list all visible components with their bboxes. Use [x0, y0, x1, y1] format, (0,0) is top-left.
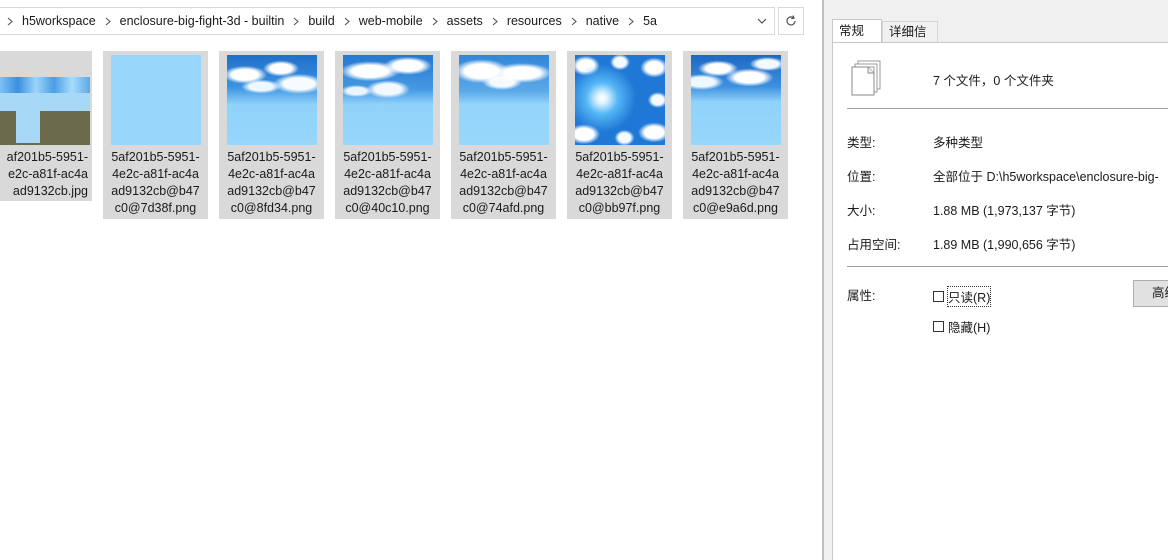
separator: [847, 266, 1168, 267]
breadcrumb-item[interactable]: build: [303, 14, 339, 28]
file-item[interactable]: 5af201b5-5951- 4e2c-a81f-ac4a ad9132cb@b…: [567, 51, 672, 219]
file-item[interactable]: 5af201b5-5951- 4e2c-a81f-ac4a ad9132cb@b…: [103, 51, 208, 219]
properties-dialog: 常规 详细信息 7 个文件，0 个文件夹 类型: 多种类型 位置: 全部位于 D…: [824, 0, 1168, 560]
refresh-icon[interactable]: [778, 7, 804, 35]
image-thumbnail: [227, 55, 317, 145]
advanced-button[interactable]: 高级: [1133, 280, 1168, 307]
image-thumbnail: [459, 55, 549, 145]
chevron-right-icon[interactable]: [7, 17, 13, 26]
breadcrumb-item[interactable]: web-mobile: [354, 14, 428, 28]
multiple-files-icon: [849, 60, 883, 100]
breadcrumb-item[interactable]: assets: [442, 14, 488, 28]
file-name: 5af201b5-5951- 4e2c-a81f-ac4a ad9132cb@b…: [691, 150, 780, 215]
breadcrumb-item[interactable]: resources: [502, 14, 567, 28]
size-label: 大小:: [847, 204, 876, 218]
chevron-right-icon[interactable]: [571, 17, 577, 26]
attributes-label: 属性:: [847, 289, 876, 303]
image-thumbnail: [575, 55, 665, 145]
readonly-checkbox[interactable]: 只读(R): [933, 286, 992, 307]
address-bar[interactable]: h5workspace enclosure-big-fight-3d - buil…: [0, 7, 775, 35]
file-name: 5af201b5-5951- 4e2c-a81f-ac4a ad9132cb@b…: [459, 150, 548, 215]
hidden-label: 隐藏(H): [948, 321, 991, 335]
tab-details[interactable]: 详细信息: [882, 21, 938, 60]
separator: [847, 108, 1168, 109]
checkbox-box[interactable]: [933, 321, 944, 332]
size-value: 1.88 MB (1,973,137 字节): [933, 204, 1076, 218]
chevron-right-icon[interactable]: [432, 17, 438, 26]
type-value: 多种类型: [933, 136, 984, 150]
tab-general[interactable]: 常规: [832, 19, 882, 43]
file-item[interactable]: 5af201b5-5951- 4e2c-a81f-ac4a ad9132cb@b…: [683, 51, 788, 219]
file-name: 5af201b5-5951- 4e2c-a81f-ac4a ad9132cb@b…: [575, 150, 664, 215]
hidden-checkbox[interactable]: 隐藏(H): [933, 317, 990, 336]
general-tab-panel: 7 个文件，0 个文件夹 类型: 多种类型 位置: 全部位于 D:\h5work…: [832, 42, 1168, 560]
breadcrumb-item[interactable]: enclosure-big-fight-3d - builtin: [115, 14, 290, 28]
chevron-right-icon[interactable]: [628, 17, 634, 26]
breadcrumb-item[interactable]: h5workspace: [17, 14, 101, 28]
file-item[interactable]: 5af201b5-5951- 4e2c-a81f-ac4a ad9132cb@b…: [219, 51, 324, 219]
file-name: 5af201b5-5951- 4e2c-a81f-ac4a ad9132cb@b…: [111, 150, 200, 215]
location-value: 全部位于 D:\h5workspace\enclosure-big-: [933, 170, 1159, 184]
image-thumbnail: [343, 55, 433, 145]
chevron-right-icon[interactable]: [344, 17, 350, 26]
file-name: 5af201b5-5951- 4e2c-a81f-ac4a ad9132cb@b…: [227, 150, 316, 215]
file-item[interactable]: 5af201b5-5951- 4e2c-a81f-ac4a ad9132cb@b…: [451, 51, 556, 219]
file-item[interactable]: 5af201b5-5951- 4e2c-a81f-ac4a ad9132cb@b…: [335, 51, 440, 219]
chevron-right-icon[interactable]: [293, 17, 300, 26]
disk-size-value: 1.89 MB (1,990,656 字节): [933, 238, 1076, 252]
file-item[interactable]: af201b5-5951- e2c-a81f-ac4a ad9132cb.jpg: [0, 51, 92, 201]
chevron-right-icon[interactable]: [105, 17, 111, 26]
chevron-down-icon[interactable]: [754, 13, 770, 29]
breadcrumb-item[interactable]: 5a: [638, 14, 662, 28]
image-thumbnail: [0, 77, 90, 145]
image-thumbnail: [111, 55, 201, 145]
readonly-label: 只读(R): [946, 286, 992, 307]
items-summary: 7 个文件，0 个文件夹: [933, 74, 1054, 88]
disk-size-label: 占用空间:: [847, 238, 901, 252]
chevron-right-icon[interactable]: [492, 17, 498, 26]
file-name: af201b5-5951- e2c-a81f-ac4a ad9132cb.jpg: [6, 150, 88, 198]
breadcrumb-item[interactable]: native: [581, 14, 624, 28]
location-label: 位置:: [847, 170, 876, 184]
checkbox-box[interactable]: [933, 291, 944, 302]
type-label: 类型:: [847, 136, 876, 150]
image-thumbnail: [691, 55, 781, 145]
file-name: 5af201b5-5951- 4e2c-a81f-ac4a ad9132cb@b…: [343, 150, 432, 215]
breadcrumb: h5workspace enclosure-big-fight-3d - buil…: [0, 8, 662, 34]
file-explorer-window: h5workspace enclosure-big-fight-3d - buil…: [0, 0, 822, 560]
